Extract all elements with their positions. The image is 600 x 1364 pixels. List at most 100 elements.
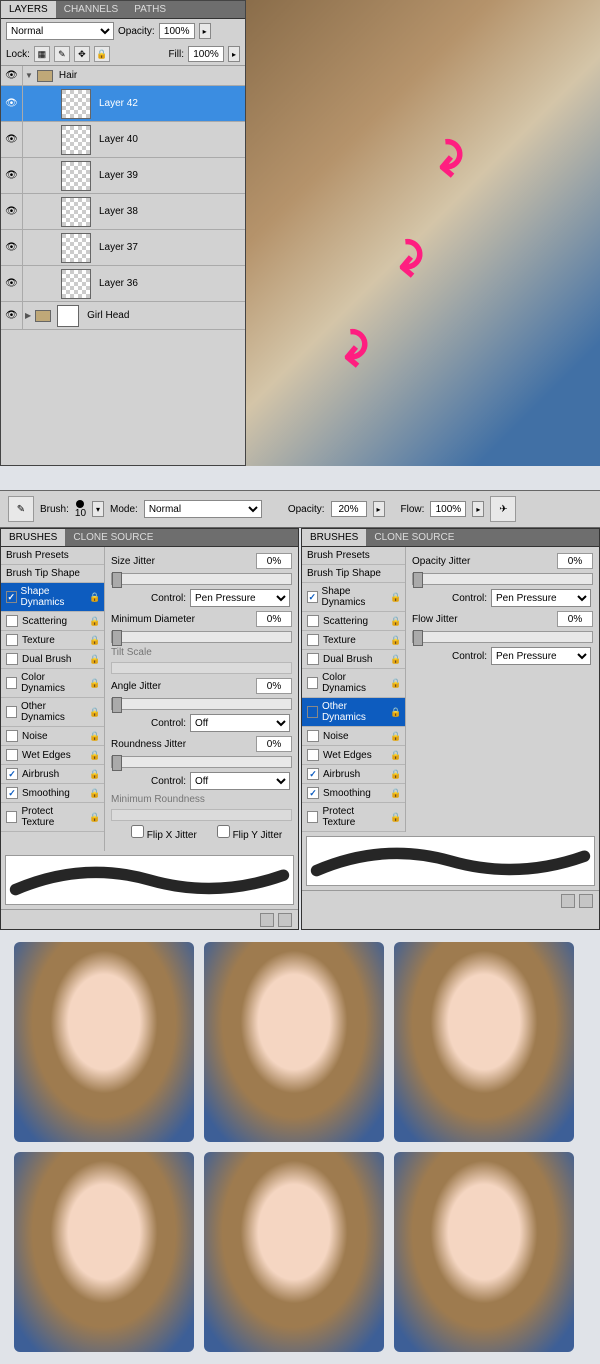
eye-icon[interactable]: 👁 <box>5 278 18 289</box>
brush-tip-shape[interactable]: Brush Tip Shape <box>1 565 104 583</box>
lock-move-icon[interactable]: ✥ <box>74 46 90 62</box>
lock-icon[interactable]: 🔒 <box>390 769 400 780</box>
preset-smoothing[interactable]: Smoothing🔒 <box>1 784 104 803</box>
lock-transparency-icon[interactable]: ▦ <box>34 46 50 62</box>
preset-wet-edges[interactable]: Wet Edges🔒 <box>1 746 104 765</box>
brush-picker-arrow-icon[interactable]: ▾ <box>92 501 104 517</box>
tab-channels[interactable]: CHANNELS <box>56 1 126 18</box>
lock-icon[interactable]: 🔒 <box>390 678 400 689</box>
lock-all-icon[interactable]: 🔒 <box>94 46 110 62</box>
lock-icon[interactable]: 🔒 <box>89 654 99 665</box>
brush-presets-header[interactable]: Brush Presets <box>1 547 104 565</box>
new-icon[interactable] <box>260 913 274 927</box>
preset-smoothing[interactable]: Smoothing🔒 <box>302 784 405 803</box>
brush-preset-picker[interactable]: 10 <box>75 500 86 519</box>
brush-opacity-input[interactable] <box>331 501 367 517</box>
lock-icon[interactable]: 🔒 <box>390 707 400 718</box>
checkbox-icon[interactable] <box>307 615 319 627</box>
lock-paint-icon[interactable]: ✎ <box>54 46 70 62</box>
preset-dual-brush[interactable]: Dual Brush🔒 <box>302 650 405 669</box>
blend-mode-dropdown[interactable]: Normal <box>6 22 114 40</box>
lock-icon[interactable]: 🔒 <box>89 707 99 718</box>
layer-thumb[interactable] <box>61 269 91 299</box>
eye-icon[interactable]: 👁 <box>5 170 18 181</box>
checkbox-icon[interactable] <box>307 749 319 761</box>
checkbox-icon[interactable] <box>6 730 18 742</box>
layer-row-girl-head[interactable]: 👁 ▶ Girl Head <box>1 302 245 330</box>
control-opacity-dropdown[interactable]: Pen Pressure <box>491 589 591 607</box>
layer-thumb[interactable] <box>61 197 91 227</box>
lock-icon[interactable]: 🔒 <box>89 788 99 799</box>
preset-color-dynamics[interactable]: Color Dynamics🔒 <box>1 669 104 698</box>
flow-arrow-icon[interactable]: ▸ <box>472 501 484 517</box>
lock-icon[interactable]: 🔒 <box>89 592 99 603</box>
preset-airbrush[interactable]: Airbrush🔒 <box>1 765 104 784</box>
fill-input[interactable] <box>188 46 224 62</box>
control-angle-dropdown[interactable]: Off <box>190 714 290 732</box>
flow-jitter-input[interactable] <box>557 611 593 627</box>
checkbox-icon[interactable] <box>307 811 318 823</box>
preset-texture[interactable]: Texture🔒 <box>302 631 405 650</box>
layer-row-36[interactable]: 👁 Layer 36 <box>1 266 245 302</box>
checkbox-icon[interactable] <box>307 634 319 646</box>
preset-wet-edges[interactable]: Wet Edges🔒 <box>302 746 405 765</box>
trash-icon[interactable] <box>579 894 593 908</box>
lock-icon[interactable]: 🔒 <box>390 635 400 646</box>
opacity-arrow-icon[interactable]: ▸ <box>373 501 385 517</box>
preset-color-dynamics[interactable]: Color Dynamics🔒 <box>302 669 405 698</box>
preset-other-dynamics[interactable]: Other Dynamics🔒 <box>1 698 104 727</box>
size-jitter-input[interactable] <box>256 553 292 569</box>
layer-row-37[interactable]: 👁 Layer 37 <box>1 230 245 266</box>
checkbox-icon[interactable] <box>6 768 18 780</box>
layer-thumb[interactable] <box>61 125 91 155</box>
preset-shape-dynamics[interactable]: Shape Dynamics🔒 <box>1 583 104 612</box>
roundness-jitter-input[interactable] <box>256 736 292 752</box>
layer-group-hair[interactable]: 👁 ▼ Hair <box>1 66 245 86</box>
layer-row-40[interactable]: 👁 Layer 40 <box>1 122 245 158</box>
brush-flow-input[interactable] <box>430 501 466 517</box>
checkbox-icon[interactable] <box>6 787 18 799</box>
chevron-right-icon[interactable]: ▶ <box>25 311 31 320</box>
control-flow-dropdown[interactable]: Pen Pressure <box>491 647 591 665</box>
mode-dropdown[interactable]: Normal <box>144 500 262 518</box>
tab-brushes[interactable]: BRUSHES <box>302 529 366 546</box>
lock-icon[interactable]: 🔒 <box>89 750 99 761</box>
angle-jitter-input[interactable] <box>256 678 292 694</box>
layer-thumb[interactable] <box>61 233 91 263</box>
eye-icon[interactable]: 👁 <box>5 242 18 253</box>
checkbox-icon[interactable] <box>307 768 319 780</box>
fill-arrow-icon[interactable]: ▸ <box>228 46 240 62</box>
trash-icon[interactable] <box>278 913 292 927</box>
min-diameter-slider[interactable] <box>111 631 292 643</box>
lock-icon[interactable]: 🔒 <box>390 731 400 742</box>
checkbox-icon[interactable] <box>6 749 18 761</box>
brush-tool-icon[interactable]: ✎ <box>8 496 34 522</box>
eye-icon[interactable]: 👁 <box>5 134 18 145</box>
preset-texture[interactable]: Texture🔒 <box>1 631 104 650</box>
lock-icon[interactable]: 🔒 <box>390 788 400 799</box>
checkbox-icon[interactable] <box>307 591 318 603</box>
preset-scattering[interactable]: Scattering🔒 <box>1 612 104 631</box>
brush-tip-shape[interactable]: Brush Tip Shape <box>302 565 405 583</box>
chevron-down-icon[interactable]: ▼ <box>25 71 33 80</box>
tab-clone-source[interactable]: CLONE SOURCE <box>65 529 161 546</box>
layer-thumb[interactable] <box>61 89 91 119</box>
preset-scattering[interactable]: Scattering🔒 <box>302 612 405 631</box>
layer-row-38[interactable]: 👁 Layer 38 <box>1 194 245 230</box>
tab-brushes[interactable]: BRUSHES <box>1 529 65 546</box>
preset-noise[interactable]: Noise🔒 <box>302 727 405 746</box>
lock-icon[interactable]: 🔒 <box>390 750 400 761</box>
layer-row-42[interactable]: 👁 Layer 42 <box>1 86 245 122</box>
checkbox-icon[interactable] <box>6 634 18 646</box>
opacity-arrow-icon[interactable]: ▸ <box>199 23 211 39</box>
lock-icon[interactable]: 🔒 <box>89 769 99 780</box>
tab-paths[interactable]: PATHS <box>126 1 174 18</box>
checkbox-icon[interactable] <box>6 615 18 627</box>
flip-y-checkbox[interactable] <box>217 825 230 838</box>
lock-icon[interactable]: 🔒 <box>89 616 99 627</box>
size-jitter-slider[interactable] <box>111 573 292 585</box>
lock-icon[interactable]: 🔒 <box>89 635 99 646</box>
preset-protect-texture[interactable]: Protect Texture🔒 <box>302 803 405 832</box>
checkbox-icon[interactable] <box>6 811 17 823</box>
eye-icon[interactable]: 👁 <box>5 206 18 217</box>
